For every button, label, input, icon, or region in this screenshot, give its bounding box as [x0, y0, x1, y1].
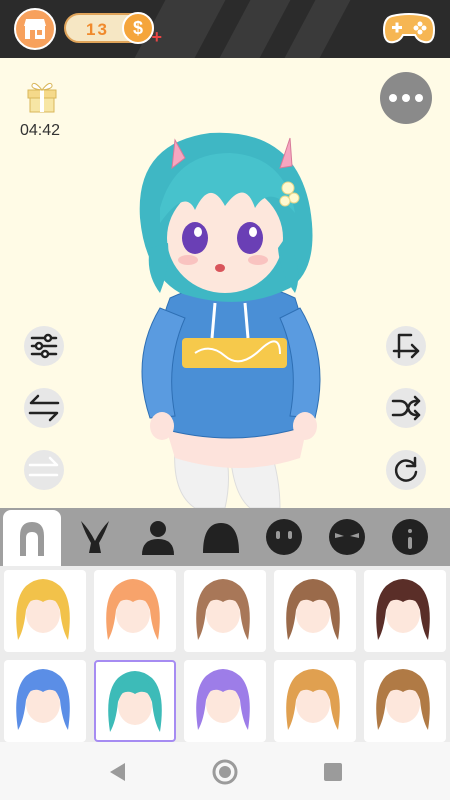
- gift-button[interactable]: [24, 78, 60, 114]
- more-dot-icon: [415, 94, 423, 102]
- home-icon: [212, 759, 238, 785]
- mouth-icon: [392, 519, 428, 555]
- hairstyle-thumbnail-icon: [16, 669, 70, 730]
- refresh-icon: [394, 456, 418, 482]
- hair-icon: [20, 522, 44, 556]
- tab-mouth[interactable]: [385, 512, 435, 562]
- tab-body[interactable]: [133, 512, 183, 562]
- adjust-button[interactable]: [24, 326, 64, 366]
- tab-brows[interactable]: [322, 512, 372, 562]
- bunny-ears-icon: [81, 521, 109, 553]
- nav-back-button[interactable]: [104, 759, 130, 785]
- hair-item[interactable]: [184, 660, 266, 742]
- hair-item[interactable]: [4, 570, 86, 652]
- head-shape-icon: [203, 523, 239, 553]
- sliders-icon: [30, 333, 58, 359]
- recents-icon: [324, 763, 342, 781]
- category-tabs: [0, 508, 450, 566]
- export-icon: [392, 333, 420, 359]
- nav-recents-button[interactable]: [320, 759, 346, 785]
- shuffle-button[interactable]: [386, 388, 426, 428]
- hairstyle-thumbnail-icon: [286, 579, 340, 640]
- brows-icon: [329, 519, 365, 555]
- more-dot-icon: [402, 94, 410, 102]
- reset-button[interactable]: [386, 450, 426, 490]
- decor-stripe: [219, 0, 291, 58]
- avatar-canvas: 04:42: [0, 58, 450, 508]
- hair-item[interactable]: [4, 660, 86, 742]
- hair-item[interactable]: [274, 660, 356, 742]
- gift-icon: [27, 82, 57, 113]
- android-nav-bar: [0, 742, 450, 800]
- add-coins-icon[interactable]: +: [151, 27, 162, 48]
- game-controller-button[interactable]: [382, 12, 436, 46]
- redo-button[interactable]: [24, 450, 64, 490]
- gift-timer: 04:42: [20, 122, 61, 139]
- shop-button[interactable]: [14, 8, 56, 50]
- hairstyle-thumbnail-icon: [106, 579, 160, 640]
- hair-item[interactable]: [94, 570, 176, 652]
- hairstyle-thumbnail-icon: [196, 579, 250, 640]
- hairstyle-thumbnail-icon: [108, 671, 162, 732]
- decor-stripe: [284, 0, 351, 58]
- swap-arrows-icon: [28, 394, 60, 422]
- hair-item[interactable]: [364, 570, 446, 652]
- coin-icon: $: [122, 12, 154, 44]
- hair-item-grid: [0, 566, 450, 742]
- body-icon: [142, 521, 174, 555]
- hairstyle-thumbnail-icon: [376, 669, 430, 730]
- hairstyle-thumbnail-icon: [196, 669, 250, 730]
- avatar-character: [139, 132, 321, 508]
- shop-icon: [24, 19, 46, 39]
- eyes-icon: [266, 519, 302, 555]
- hairstyle-thumbnail-icon: [286, 669, 340, 730]
- top-bar: 13 $ +: [0, 0, 450, 58]
- coin-count: 13: [86, 20, 109, 39]
- hair-item[interactable]: [94, 660, 176, 742]
- hairstyle-thumbnail-icon: [16, 579, 70, 640]
- shuffle-icon: [391, 395, 421, 421]
- export-button[interactable]: [386, 326, 426, 366]
- hair-item[interactable]: [364, 660, 446, 742]
- hairstyle-thumbnail-icon: [376, 579, 430, 640]
- coin-balance[interactable]: 13 $ +: [64, 12, 162, 47]
- gamepad-icon: [382, 13, 436, 44]
- nav-home-button[interactable]: [212, 759, 238, 785]
- tab-head[interactable]: [196, 512, 246, 562]
- tab-ears[interactable]: [70, 512, 120, 562]
- back-icon: [110, 763, 125, 781]
- coin-symbol: $: [132, 17, 143, 38]
- tab-eyes[interactable]: [259, 512, 309, 562]
- hair-item[interactable]: [274, 570, 356, 652]
- tab-hair[interactable]: [3, 510, 61, 566]
- flip-button[interactable]: [24, 388, 64, 428]
- more-dot-icon: [389, 94, 397, 102]
- more-options-button[interactable]: [380, 72, 432, 124]
- hair-item[interactable]: [184, 570, 266, 652]
- forward-arrows-icon: [28, 456, 59, 477]
